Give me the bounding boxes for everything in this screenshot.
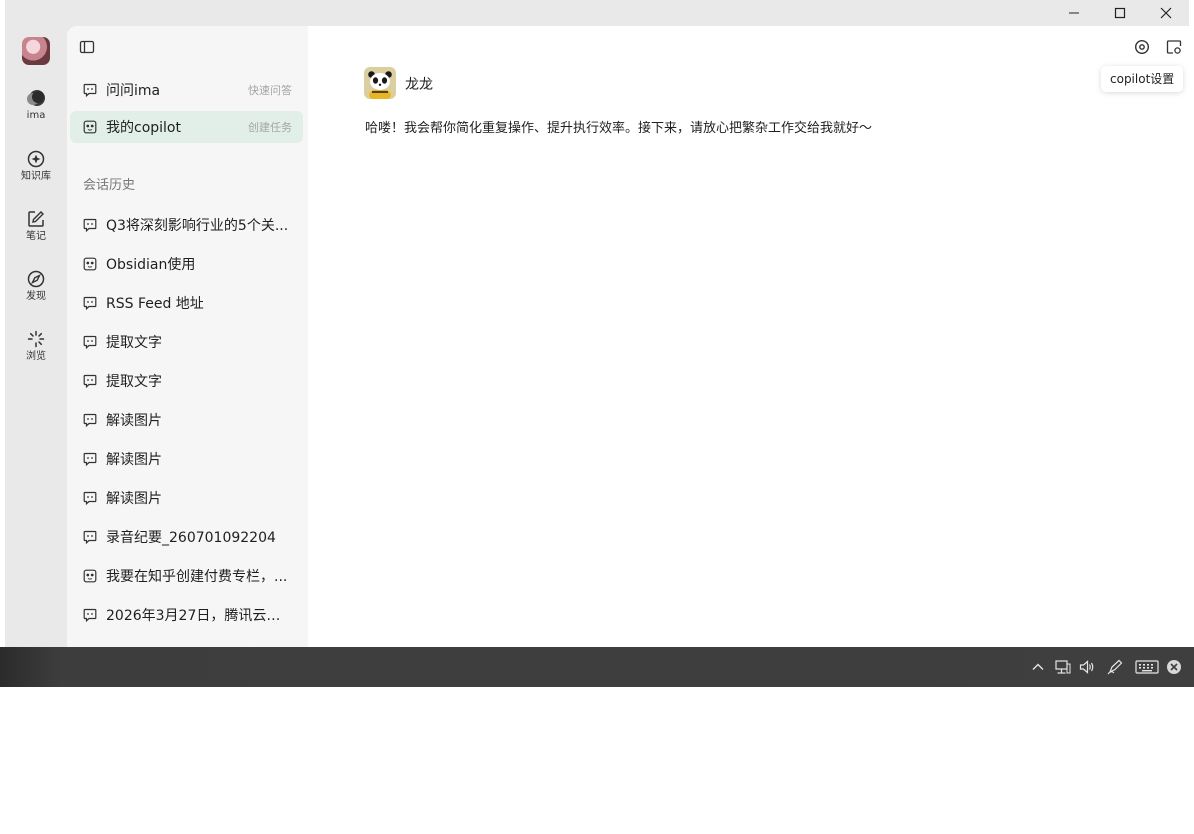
rail-label: 笔记 (26, 231, 46, 242)
new-window-button[interactable] (1165, 38, 1183, 56)
maximize-button[interactable] (1097, 0, 1143, 26)
chat-bubble-icon (83, 452, 97, 466)
close-icon (1160, 7, 1172, 19)
panda-avatar-icon (364, 67, 396, 99)
loading-spinner-icon (27, 330, 45, 348)
sidebar-toggle-button[interactable] (79, 39, 95, 55)
chat-bubble-icon (83, 491, 97, 505)
keyboard-icon (1135, 660, 1159, 674)
history-item[interactable]: 我要在知乎创建付费专栏，... (70, 561, 303, 591)
compass-icon (27, 270, 45, 288)
tray-volume-button[interactable] (1077, 657, 1097, 677)
volume-icon (1079, 660, 1094, 674)
history-item-label: 我要在知乎创建付费专栏，... (106, 569, 288, 585)
history-item-label: Obsidian使用 (106, 257, 196, 273)
history-section-title: 会话历史 (83, 178, 136, 193)
history-item-label: 提取文字 (106, 335, 162, 351)
history-item[interactable]: 2026年3月27日，腾讯云发... (70, 600, 303, 630)
sidebar-toggle-icon (79, 40, 95, 54)
bot-avatar (364, 67, 396, 99)
tray-pen-button[interactable] (1105, 657, 1125, 677)
history-item-label: 解读图片 (106, 491, 162, 507)
tray-keyboard-button[interactable] (1134, 657, 1160, 677)
rail-item-notes[interactable]: 笔记 (5, 209, 67, 257)
rail-label: 发现 (26, 291, 46, 302)
ima-logo-icon (27, 90, 45, 106)
rail-item-knowledge[interactable]: 知识库 (5, 149, 67, 197)
chat-bubble-icon (83, 413, 97, 427)
bot-greeting-message: 哈喽！我会帮你简化重复操作、提升执行效率。接下来，请放心把繁杂工作交给我就好～ (365, 121, 873, 136)
copilot-settings-button[interactable] (1133, 38, 1151, 56)
maximize-icon (1114, 7, 1126, 19)
note-icon (28, 211, 44, 227)
title-bar (5, 0, 1189, 26)
history-item[interactable]: Obsidian使用 (70, 249, 303, 279)
rail-item-browse[interactable]: 浏览 (5, 329, 67, 377)
tray-overflow-button[interactable] (1028, 657, 1048, 677)
nav-item-my-copilot[interactable]: 我的copilot 创建任务 (70, 111, 303, 143)
rail-label: 浏览 (26, 351, 46, 362)
chat-bubble-icon (83, 374, 97, 388)
new-window-icon (1166, 40, 1182, 54)
nav-item-ask-ima[interactable]: 问问ima 快速问答 (70, 74, 303, 106)
rail-label: 知识库 (21, 171, 51, 182)
chat-bubble-icon (83, 530, 97, 544)
history-item-label: 解读图片 (106, 452, 162, 468)
chat-main: copilot设置 龙龙 哈喽！我会帮你简化重复操作、提升执行效率。接下来，请放… (308, 26, 1189, 647)
nav-item-label: 问问ima (106, 83, 161, 99)
chat-bubble-icon (83, 218, 97, 232)
history-item[interactable]: Q3将深刻影响行业的5个关... (70, 210, 303, 240)
history-item[interactable]: 解读图片 (70, 444, 303, 474)
history-item-label: 提取文字 (106, 374, 162, 390)
nav-rail: ima 知识库 笔记 发现 浏览 (5, 26, 67, 647)
close-button[interactable] (1143, 0, 1189, 26)
history-item[interactable]: 提取文字 (70, 366, 303, 396)
history-item-label: 录音纪要_260701092204 (106, 530, 276, 546)
tray-network-button[interactable] (1053, 657, 1073, 677)
minimize-button[interactable] (1051, 0, 1097, 26)
minimize-icon (1069, 12, 1079, 14)
knowledge-base-icon (27, 150, 45, 168)
sidebar: 问问ima 快速问答 我的copilot 创建任务 会话历史 Q3将深刻影响行业… (67, 26, 308, 647)
taskbar (0, 647, 1194, 687)
network-icon (1055, 660, 1071, 674)
rail-item-discover[interactable]: 发现 (5, 269, 67, 317)
nav-item-hint: 创建任务 (248, 121, 292, 134)
tray-close-button[interactable] (1164, 657, 1184, 677)
chat-bubble-icon (83, 296, 97, 310)
pen-icon (1107, 659, 1123, 675)
history-item[interactable]: 提取文字 (70, 327, 303, 357)
settings-tooltip: copilot设置 (1101, 66, 1184, 92)
nav-item-hint: 快速问答 (248, 84, 292, 97)
panda-bot-icon (83, 257, 97, 271)
panda-bot-icon (83, 120, 97, 134)
app-window: ima 知识库 笔记 发现 浏览 问问ima 快速问答 我的copilot 创建… (5, 0, 1189, 647)
history-item[interactable]: 录音纪要_260701092204 (70, 522, 303, 552)
panda-bot-icon (83, 569, 97, 583)
history-item-label: 2026年3月27日，腾讯云发... (106, 608, 290, 624)
history-item-label: 解读图片 (106, 413, 162, 429)
history-item[interactable]: 解读图片 (70, 483, 303, 513)
history-item-label: RSS Feed 地址 (106, 296, 204, 312)
history-item[interactable]: RSS Feed 地址 (70, 288, 303, 318)
chat-bubble-icon (83, 83, 97, 97)
close-circle-icon (1167, 660, 1181, 674)
bot-name: 龙龙 (405, 77, 433, 93)
chat-bubble-icon (83, 608, 97, 622)
chat-bubble-icon (83, 335, 97, 349)
rail-item-ima[interactable]: ima (5, 88, 67, 136)
rail-label: ima (26, 110, 46, 121)
chevron-up-icon (1032, 663, 1044, 670)
history-item-label: Q3将深刻影响行业的5个关... (106, 218, 289, 234)
nav-item-label: 我的copilot (106, 120, 181, 136)
history-item[interactable]: 解读图片 (70, 405, 303, 435)
settings-icon (1134, 39, 1150, 55)
user-avatar[interactable] (22, 37, 50, 65)
